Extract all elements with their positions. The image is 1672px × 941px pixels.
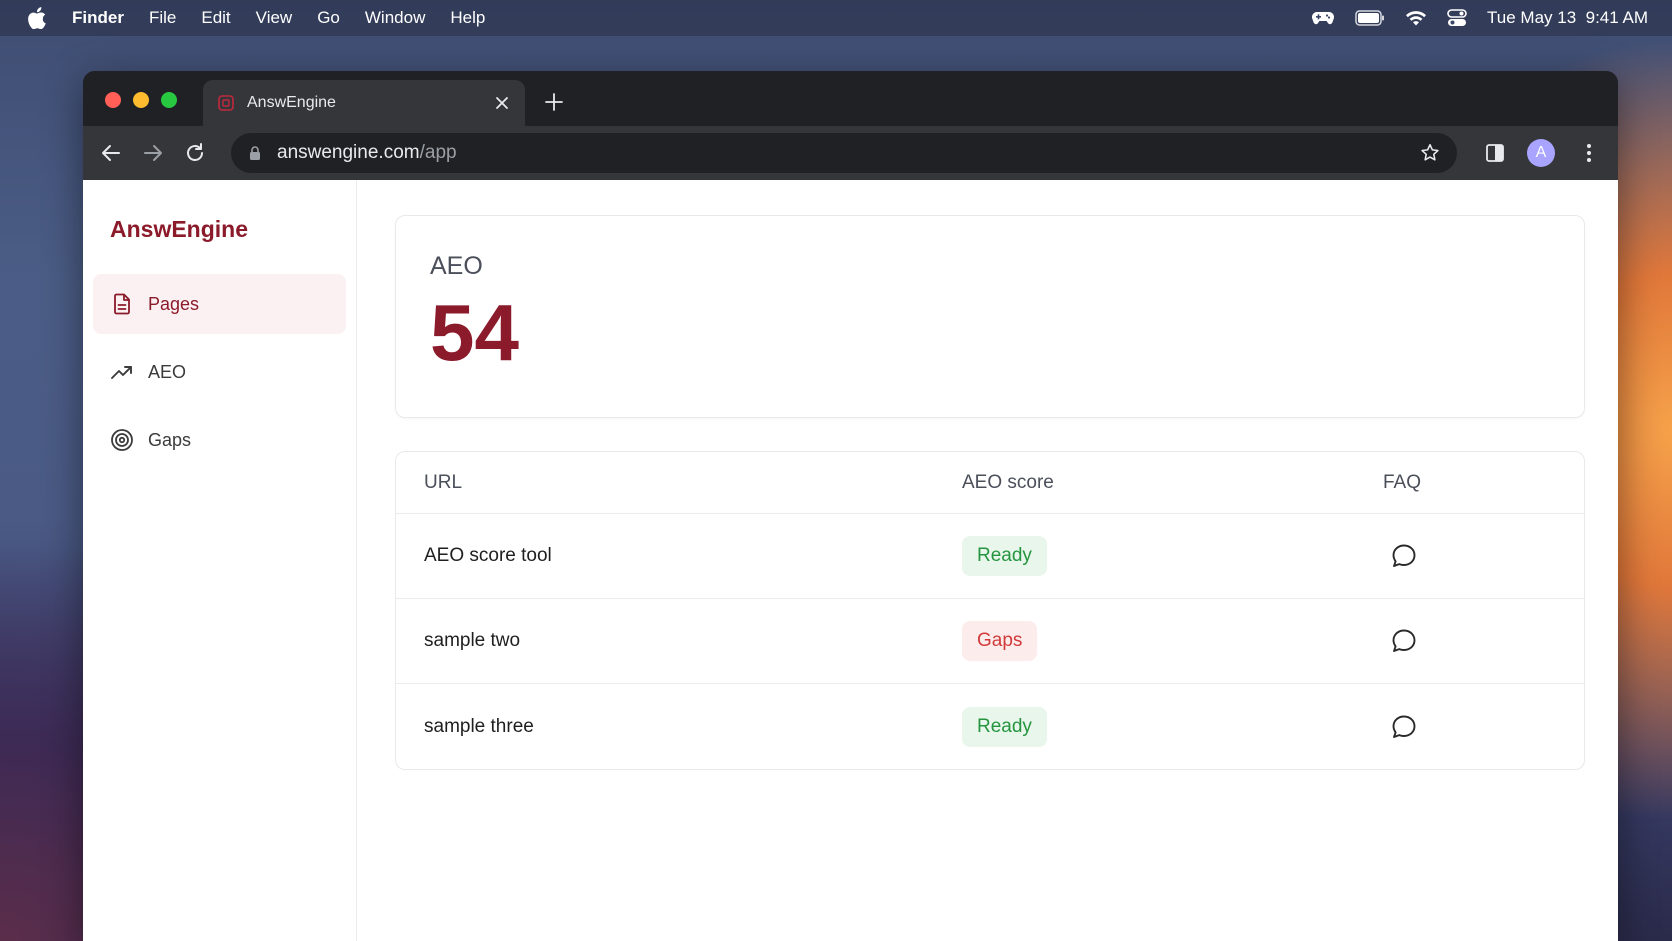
zoom-window-button[interactable] <box>161 92 177 108</box>
forward-icon[interactable] <box>141 141 165 165</box>
table-row[interactable]: sample three Ready <box>396 684 1584 769</box>
row-url[interactable]: sample two <box>396 630 962 652</box>
row-url[interactable]: sample three <box>396 716 962 738</box>
chat-bubble-icon[interactable] <box>1390 542 1418 570</box>
row-url[interactable]: AEO score tool <box>396 545 962 567</box>
tab-strip: AnswEngine <box>83 71 1618 126</box>
back-icon[interactable] <box>99 141 123 165</box>
header-aeo-score[interactable]: AEO score <box>962 472 1372 494</box>
lock-icon[interactable] <box>247 145 263 161</box>
app-page: AnswEngine Pages AEO Gaps AEO 54 URL AEO… <box>83 180 1618 941</box>
status-badge: Ready <box>962 706 1047 747</box>
side-panel-icon[interactable] <box>1483 141 1507 165</box>
menu-edit[interactable]: Edit <box>201 8 230 28</box>
status-badge: Gaps <box>962 621 1038 661</box>
new-tab-icon[interactable] <box>543 91 565 113</box>
sidebar: AnswEngine Pages AEO Gaps <box>83 180 357 941</box>
score-label: AEO <box>430 252 483 280</box>
menu-help[interactable]: Help <box>450 8 485 28</box>
sidebar-item-label: AEO <box>148 361 187 382</box>
sidebar-item-label: Pages <box>148 293 200 314</box>
close-tab-icon[interactable] <box>493 94 511 112</box>
table-row[interactable]: sample two Gaps <box>396 599 1584 684</box>
sidebar-item-aeo[interactable]: AEO <box>93 342 346 402</box>
aeo-score-card: AEO 54 <box>395 215 1585 418</box>
minimize-window-button[interactable] <box>133 92 149 108</box>
header-url[interactable]: URL <box>396 472 962 494</box>
document-icon <box>114 293 130 315</box>
battery-icon[interactable] <box>1355 10 1385 26</box>
url-path: /app <box>419 142 457 163</box>
header-faq[interactable]: FAQ <box>1372 472 1584 494</box>
chat-bubble-icon[interactable] <box>1390 713 1418 741</box>
trending-up-icon <box>111 366 132 379</box>
chat-bubble-icon[interactable] <box>1390 627 1418 655</box>
pages-table: URL AEO score FAQ AEO score tool Ready s… <box>395 451 1585 770</box>
control-center-icon[interactable] <box>1447 8 1467 28</box>
more-menu-icon[interactable] <box>1577 141 1601 165</box>
browser-window: AnswEngine answengine.com/app A AnswEngi… <box>83 71 1618 941</box>
menu-view[interactable]: View <box>256 8 293 28</box>
close-window-button[interactable] <box>105 92 121 108</box>
status-badge: Ready <box>962 536 1047 576</box>
table-row[interactable]: AEO score tool Ready <box>396 514 1584 599</box>
browser-toolbar: answengine.com/app A <box>83 126 1618 180</box>
main-content: AEO 54 URL AEO score FAQ AEO score tool … <box>357 180 1618 941</box>
favicon-icon <box>218 95 234 111</box>
menu-bar: Finder File Edit View Go Window Help Tue… <box>0 0 1672 36</box>
sidebar-item-gaps[interactable]: Gaps <box>93 410 346 470</box>
table-header: URL AEO score FAQ <box>396 452 1584 514</box>
wifi-icon[interactable] <box>1405 10 1427 26</box>
tab-title: AnswEngine <box>247 94 336 111</box>
sidebar-item-pages[interactable]: Pages <box>93 274 346 334</box>
window-controls <box>105 92 177 108</box>
score-value: 54 <box>430 288 519 377</box>
reload-icon[interactable] <box>183 141 207 165</box>
sidebar-item-label: Gaps <box>148 429 192 450</box>
menu-app-finder[interactable]: Finder <box>72 8 124 28</box>
game-controller-icon[interactable] <box>1311 9 1335 27</box>
menu-clock[interactable]: Tue May 13 9:41 AM <box>1487 8 1648 28</box>
bookmark-star-icon[interactable] <box>1419 142 1441 164</box>
brand-logo[interactable]: AnswEngine <box>93 216 346 243</box>
menu-file[interactable]: File <box>149 8 176 28</box>
address-bar[interactable]: answengine.com/app <box>231 133 1457 173</box>
menu-go[interactable]: Go <box>317 8 340 28</box>
profile-avatar[interactable]: A <box>1527 139 1555 167</box>
menu-window[interactable]: Window <box>365 8 425 28</box>
apple-icon[interactable] <box>26 7 48 29</box>
browser-tab[interactable]: AnswEngine <box>203 80 525 126</box>
url-host: answengine.com <box>277 142 420 163</box>
target-icon <box>111 429 133 451</box>
